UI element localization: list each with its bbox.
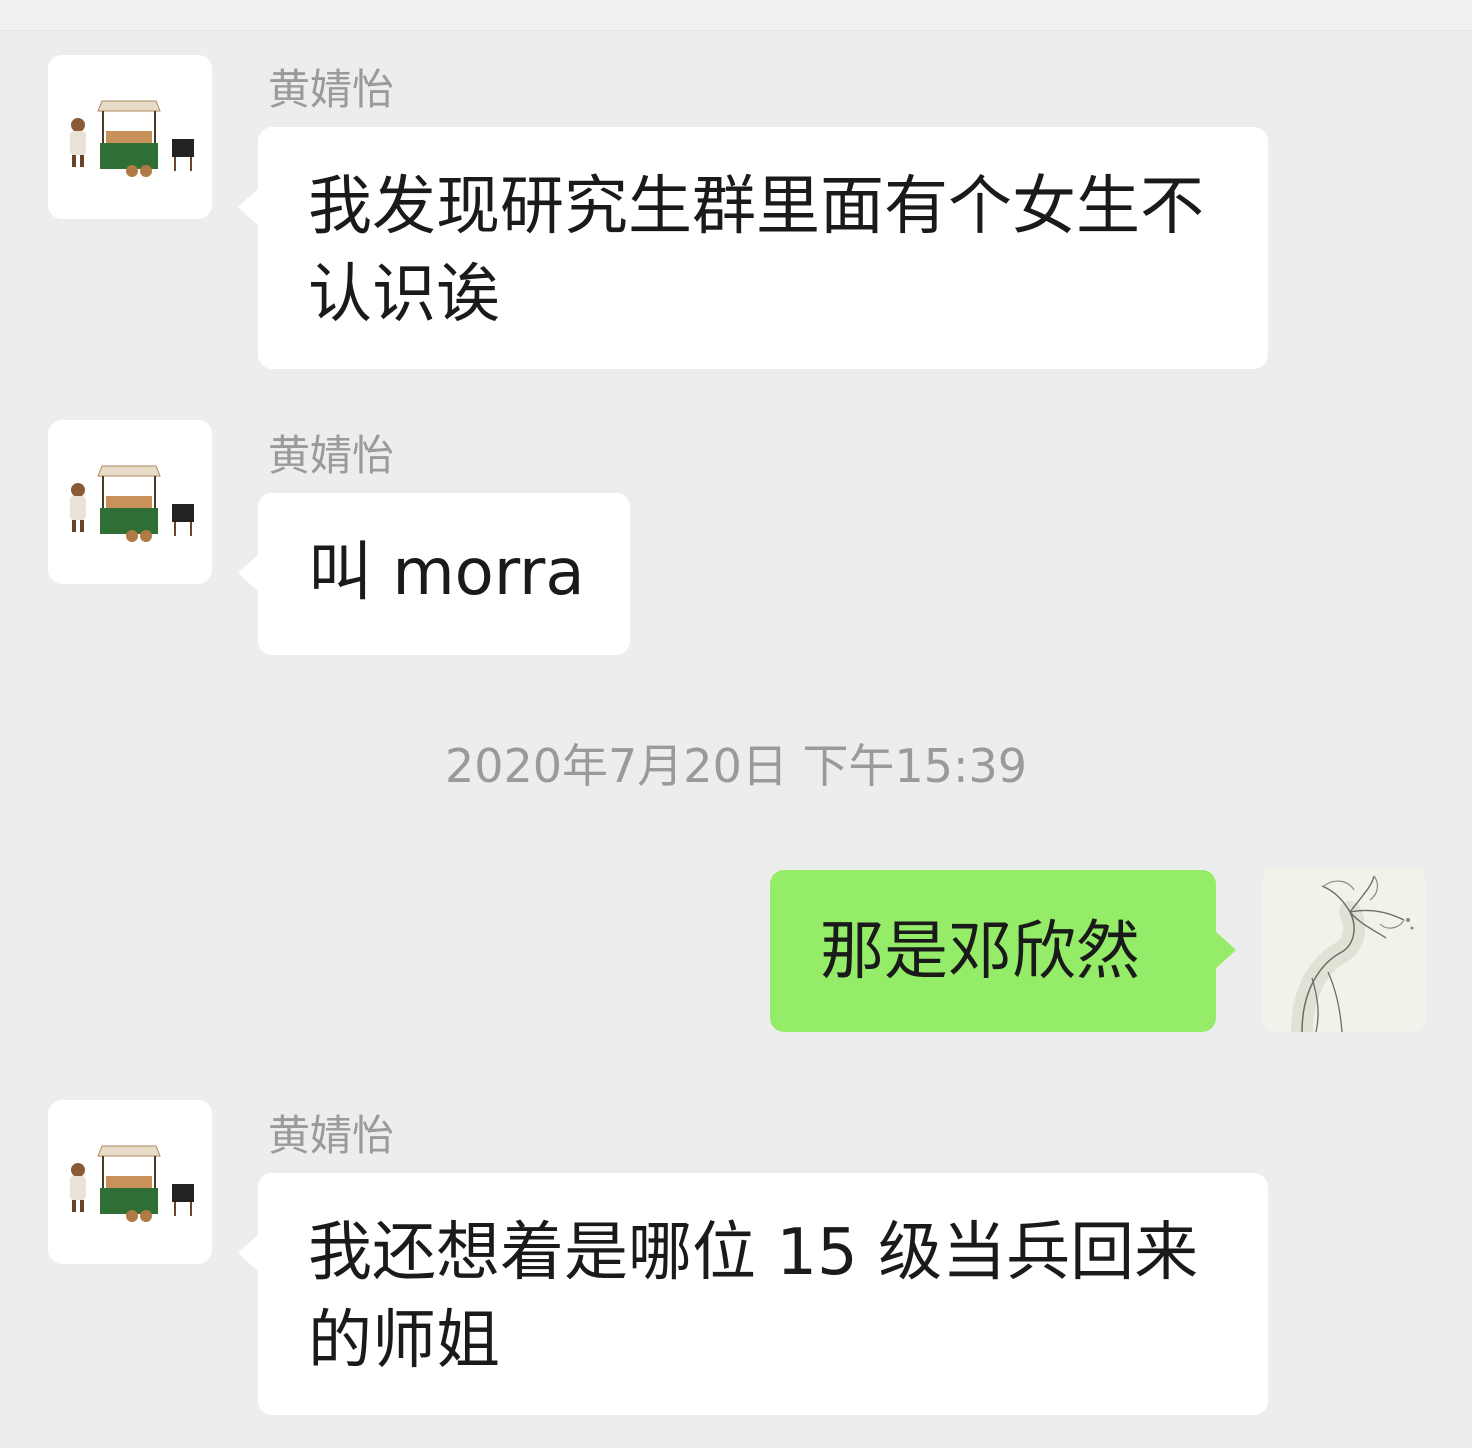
chat-screen: 黄婧怡 我发现研究生群里面有个女生不认识诶 黄婧怡 叫 morra 2020年7…	[0, 0, 1472, 1448]
chat-timestamp: 2020年7月20日 下午15:39	[444, 739, 1028, 793]
message-text: 我发现研究生群里面有个女生不认识诶	[308, 170, 1204, 332]
sender-name: 黄婧怡	[268, 65, 395, 114]
sender-name: 黄婧怡	[268, 431, 395, 480]
message-bubble[interactable]: 叫 morra	[238, 493, 630, 655]
message-bubble[interactable]: 我还想着是哪位 15 级当兵回来的师姐	[238, 1173, 1268, 1415]
message-text: 我还想着是哪位 15 级当兵回来的师姐	[308, 1216, 1199, 1378]
contact-avatar[interactable]	[48, 1100, 212, 1264]
message-bubble[interactable]: 我发现研究生群里面有个女生不认识诶	[238, 127, 1268, 369]
sender-name: 黄婧怡	[268, 1111, 395, 1160]
market-stall-avatar-icon	[48, 1100, 212, 1264]
contact-avatar[interactable]	[48, 420, 212, 584]
top-bar-edge	[0, 0, 1472, 31]
message-text: 那是邓欣然	[820, 915, 1140, 989]
market-stall-avatar-icon	[48, 55, 212, 219]
market-stall-avatar-icon	[48, 420, 212, 584]
flower-sketch-avatar-icon	[1262, 868, 1426, 1032]
message-text: 叫 morra	[308, 536, 585, 610]
message-bubble[interactable]: 那是邓欣然	[770, 870, 1236, 1032]
my-avatar[interactable]	[1262, 868, 1426, 1032]
contact-avatar[interactable]	[48, 55, 212, 219]
